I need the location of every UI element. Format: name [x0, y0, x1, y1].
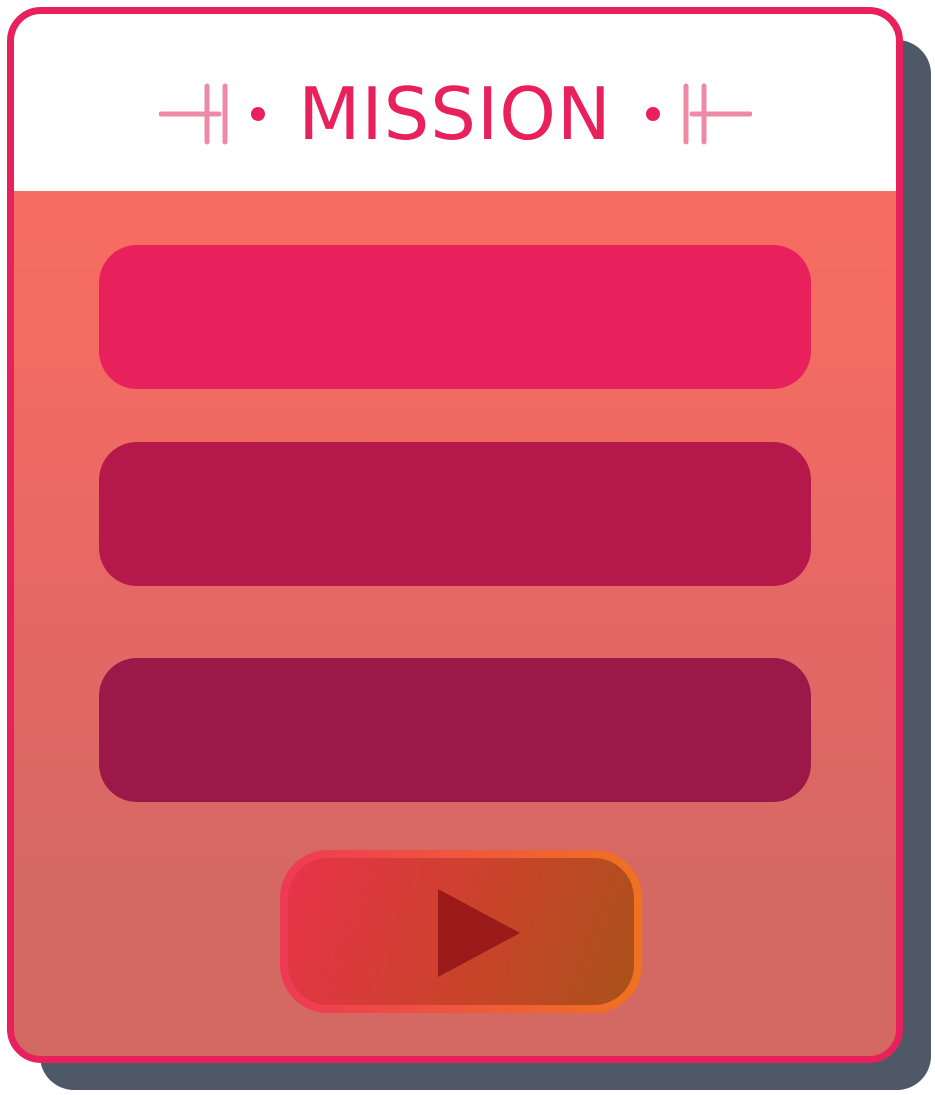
- play-icon-shape: [438, 889, 520, 977]
- play-button[interactable]: [280, 850, 642, 1013]
- mission-slot-2[interactable]: [99, 442, 811, 586]
- play-icon: [438, 889, 520, 977]
- page-title: MISSION: [298, 72, 612, 156]
- mission-panel: MISSION: [7, 7, 903, 1063]
- mission-slot-1[interactable]: [99, 245, 811, 389]
- mission-slot-3[interactable]: [99, 658, 811, 802]
- panel-header: MISSION: [14, 14, 896, 191]
- ornament-divider-right-icon: [646, 83, 752, 145]
- stage: MISSION: [0, 0, 935, 1095]
